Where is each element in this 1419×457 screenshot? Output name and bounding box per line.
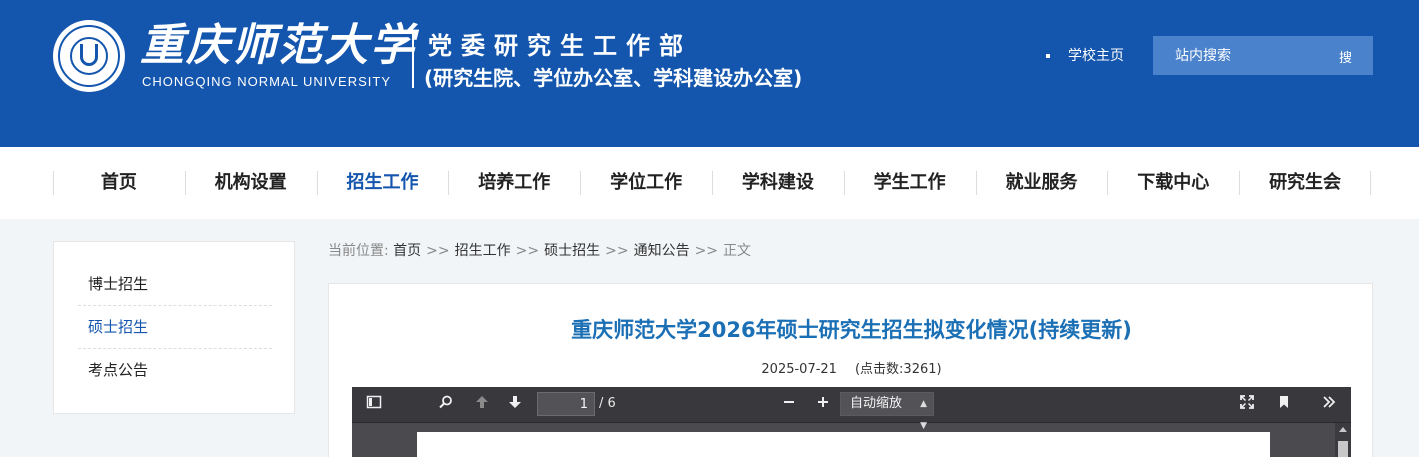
nav-item-1[interactable]: 机构设置	[184, 147, 317, 219]
main-nav: 首页 机构设置 招生工作 培养工作 学位工作 学科建设 学生工作 就业服务 下载中心 研究生会	[0, 147, 1419, 219]
nav-item-7[interactable]: 就业服务	[975, 147, 1108, 219]
site-search: 搜	[1153, 36, 1373, 75]
sidebar-toggle-icon[interactable]	[362, 394, 386, 416]
fullscreen-icon[interactable]	[1235, 394, 1259, 416]
pdf-toolbar: / 6 自动缩放 ▲▼	[352, 387, 1351, 431]
pdf-page	[417, 432, 1270, 457]
arrow-down-icon[interactable]	[503, 394, 527, 416]
university-name-cn: 重庆师范大学	[140, 20, 416, 71]
breadcrumb-link-3[interactable]: 通知公告	[634, 243, 690, 259]
nav-item-8[interactable]: 下载中心	[1107, 147, 1239, 219]
page-number-input[interactable]	[537, 392, 595, 416]
university-seal-logo[interactable]	[53, 20, 125, 92]
sidebar: 博士招生 硕士招生 考点公告	[53, 241, 295, 414]
breadcrumb-label: 当前位置:	[328, 243, 389, 259]
article-date: 2025-07-21	[761, 362, 837, 377]
nav-item-4[interactable]: 学位工作	[580, 147, 712, 219]
zoom-value: 自动缩放	[850, 396, 903, 411]
nav-item-3[interactable]: 培养工作	[448, 147, 580, 219]
sidebar-item-0[interactable]: 博士招生	[78, 263, 272, 306]
breadcrumb: 当前位置: 首页 >> 招生工作 >> 硕士招生 >> 通知公告 >> 正文	[328, 240, 751, 262]
sidebar-item-2[interactable]: 考点公告	[78, 349, 272, 392]
double-chevron-right-icon[interactable]	[1317, 394, 1341, 416]
university-name-en: CHONGQING NORMAL UNIVERSITY	[142, 74, 391, 89]
pdf-scrollbar[interactable]	[1335, 423, 1351, 457]
site-header: 重庆师范大学 CHONGQING NORMAL UNIVERSITY 党委研究生…	[0, 0, 1419, 147]
search-icon[interactable]	[434, 394, 458, 416]
breadcrumb-separator: >>	[694, 243, 719, 259]
search-input[interactable]	[1153, 36, 1333, 75]
article-views: (点击数:3261)	[854, 362, 942, 377]
header-divider	[412, 30, 414, 88]
bullet-icon	[1046, 54, 1050, 58]
breadcrumb-link-1[interactable]: 招生工作	[455, 243, 511, 259]
page-total: / 6	[599, 396, 616, 411]
breadcrumb-link-0[interactable]: 首页	[393, 243, 421, 259]
article-title: 重庆师范大学2026年硕士研究生招生拟变化情况(持续更新)	[571, 318, 1132, 342]
zoom-select[interactable]: 自动缩放 ▲ ▼	[840, 392, 934, 431]
nav-items: 首页 机构设置 招生工作 培养工作 学位工作 学科建设 学生工作 就业服务 下载中心 研究生会	[53, 147, 1371, 219]
breadcrumb-separator: >>	[605, 243, 629, 259]
school-home-link[interactable]: 学校主页	[1046, 46, 1124, 66]
search-button[interactable]: 搜	[1339, 47, 1352, 66]
school-home-label: 学校主页	[1068, 48, 1124, 64]
nav-item-6[interactable]: 学生工作	[843, 147, 976, 219]
article-panel: 重庆师范大学2026年硕士研究生招生拟变化情况(持续更新) 2025-07-21…	[328, 283, 1373, 457]
breadcrumb-separator: >>	[515, 243, 540, 259]
nav-item-9[interactable]: 研究生会	[1239, 147, 1371, 219]
article-meta: 2025-07-21 (点击数:3261)	[329, 361, 1374, 379]
nav-item-2[interactable]: 招生工作	[316, 147, 449, 219]
select-caret-icon: ▲ ▼	[920, 399, 927, 431]
arrow-up-icon[interactable]	[470, 394, 494, 416]
scroll-up-icon[interactable]	[1339, 427, 1347, 432]
seal-emblem-icon	[80, 44, 98, 66]
bookmark-icon[interactable]	[1272, 394, 1296, 416]
department-subtitle: (研究生院、学位办公室、学科建设办公室)	[424, 66, 803, 90]
pdf-viewer: / 6 自动缩放 ▲▼	[352, 387, 1351, 457]
scrollbar-thumb[interactable]	[1338, 441, 1348, 457]
minus-icon[interactable]	[777, 394, 801, 416]
plus-icon[interactable]	[811, 394, 835, 416]
breadcrumb-link-2[interactable]: 硕士招生	[544, 243, 600, 259]
department-title: 党委研究生工作部	[428, 32, 692, 60]
nav-item-5[interactable]: 学科建设	[711, 147, 844, 219]
sidebar-item-1[interactable]: 硕士招生	[78, 306, 272, 349]
breadcrumb-separator: >>	[426, 243, 450, 259]
nav-item-0[interactable]: 首页	[53, 147, 185, 219]
breadcrumb-current: 正文	[723, 243, 752, 259]
